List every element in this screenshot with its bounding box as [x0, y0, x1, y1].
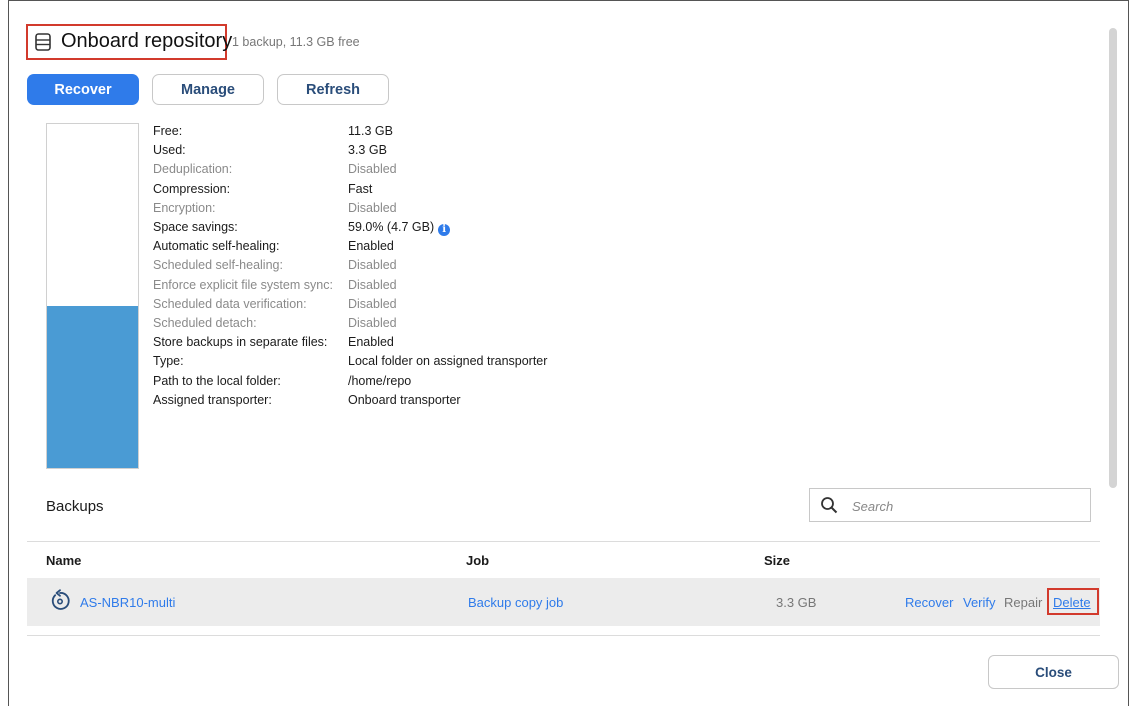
- storage-used-fill: [47, 306, 138, 468]
- search-icon: [821, 497, 838, 514]
- close-button[interactable]: Close: [988, 655, 1119, 689]
- table-top-divider: [27, 541, 1100, 542]
- property-value: 59.0% (4.7 GB): [348, 220, 435, 234]
- search-box[interactable]: [809, 488, 1091, 523]
- info-icon[interactable]: i: [438, 224, 451, 236]
- delete-highlight-box: [1047, 588, 1099, 615]
- property-label: Encryption:: [153, 201, 216, 215]
- property-label: Path to the local folder:: [153, 374, 281, 388]
- row-verify-action[interactable]: Verify: [963, 595, 996, 610]
- property-label: Used:: [153, 143, 186, 157]
- property-label: Store backups in separate files:: [153, 335, 328, 349]
- property-label: Free:: [153, 124, 183, 138]
- backup-size: 3.3 GB: [776, 595, 817, 610]
- backup-name-link[interactable]: AS-NBR10-multi: [80, 595, 175, 610]
- property-value: Disabled: [348, 297, 397, 311]
- search-input[interactable]: [850, 489, 1084, 523]
- property-label: Type:: [153, 354, 184, 368]
- repository-summary: 1 backup, 11.3 GB free: [232, 35, 360, 49]
- backup-restore-icon: [51, 589, 70, 610]
- vertical-scrollbar[interactable]: [1109, 28, 1117, 488]
- table-bottom-divider: [27, 635, 1100, 636]
- property-label: Compression:: [153, 182, 231, 196]
- property-value: Disabled: [348, 258, 397, 272]
- storage-usage-gauge: [46, 123, 139, 469]
- page-title: Onboard repository: [61, 30, 233, 52]
- property-label: Space savings:: [153, 220, 238, 234]
- property-label: Enforce explicit file system sync:: [153, 278, 333, 292]
- property-label: Automatic self-healing:: [153, 239, 280, 253]
- column-header-size[interactable]: Size: [764, 553, 790, 568]
- row-repair-action[interactable]: Repair: [1004, 595, 1042, 610]
- property-value: Disabled: [348, 278, 397, 292]
- column-header-job[interactable]: Job: [466, 553, 489, 568]
- property-value: 3.3 GB: [348, 143, 387, 157]
- repository-icon: [35, 33, 51, 51]
- property-value: Onboard transporter: [348, 393, 461, 407]
- property-label: Scheduled self-healing:: [153, 258, 283, 272]
- property-label: Scheduled data verification:: [153, 297, 307, 311]
- property-label: Assigned transporter:: [153, 393, 272, 407]
- property-value: Local folder on assigned transporter: [348, 354, 548, 368]
- property-value: Disabled: [348, 162, 397, 176]
- property-value: 11.3 GB: [348, 124, 393, 138]
- property-value: Disabled: [348, 201, 397, 215]
- property-value: Disabled: [348, 316, 397, 330]
- property-value: /home/repo: [348, 374, 412, 388]
- property-label: Deduplication:: [153, 162, 233, 176]
- row-recover-action[interactable]: Recover: [905, 595, 953, 610]
- property-value: Enabled: [348, 239, 394, 253]
- property-value: Fast: [348, 182, 373, 196]
- backups-section-title: Backups: [46, 498, 104, 515]
- manage-button[interactable]: Manage: [152, 74, 264, 105]
- backup-job-link[interactable]: Backup copy job: [468, 595, 563, 610]
- property-value: Enabled: [348, 335, 394, 349]
- recover-button[interactable]: Recover: [27, 74, 139, 105]
- refresh-button[interactable]: Refresh: [277, 74, 389, 105]
- property-label: Scheduled detach:: [153, 316, 257, 330]
- column-header-name[interactable]: Name: [46, 553, 81, 568]
